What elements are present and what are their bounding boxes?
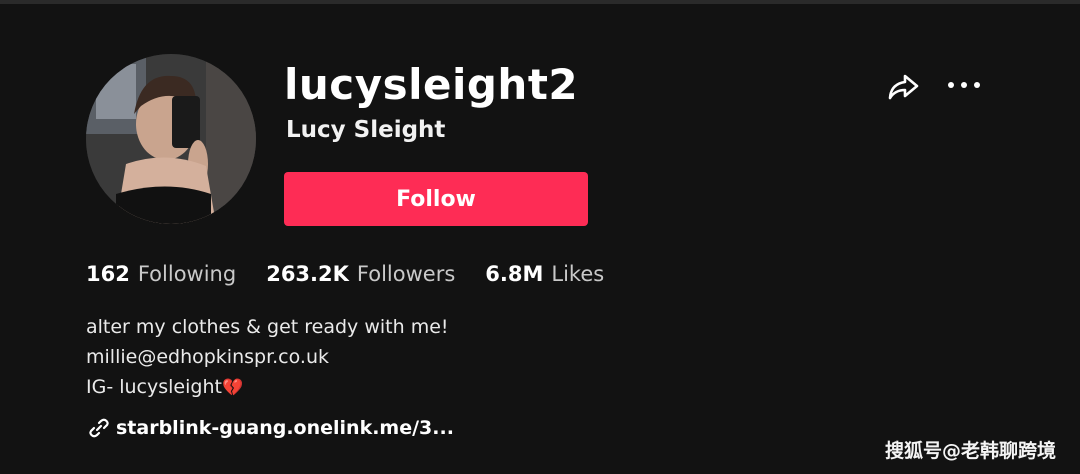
- followers-label: Followers: [356, 262, 456, 286]
- likes-label: Likes: [551, 262, 605, 286]
- share-button[interactable]: [885, 68, 921, 104]
- more-button[interactable]: [944, 72, 984, 98]
- bio-line-1: alter my clothes & get ready with me!: [86, 316, 449, 338]
- broken-heart-icon: 💔: [221, 378, 244, 398]
- bio-link[interactable]: starblink-guang.onelink.me/3...: [88, 417, 454, 439]
- bio-link-text: starblink-guang.onelink.me/3...: [116, 417, 454, 439]
- stat-likes: 6.8M Likes: [485, 262, 604, 286]
- avatar-photo: [86, 54, 256, 224]
- more-icon: [948, 82, 980, 88]
- share-icon: [888, 74, 919, 100]
- stats-row: 162 Following 263.2K Followers 6.8M Like…: [86, 262, 634, 286]
- top-divider: [0, 0, 1080, 4]
- following-count: 162: [86, 262, 130, 286]
- bio: alter my clothes & get ready with me! mi…: [86, 312, 449, 403]
- avatar[interactable]: [86, 54, 256, 224]
- bio-line-3: IG- lucysleight💔: [86, 372, 449, 403]
- stat-followers[interactable]: 263.2K Followers: [266, 262, 455, 286]
- following-label: Following: [137, 262, 237, 286]
- bio-line-2: millie@edhopkinspr.co.uk: [86, 346, 330, 368]
- display-name: Lucy Sleight: [286, 117, 446, 143]
- follow-button[interactable]: Follow: [284, 172, 588, 226]
- watermark: 搜狐号@老韩聊跨境: [884, 440, 1056, 462]
- followers-count: 263.2K: [266, 262, 349, 286]
- stat-following[interactable]: 162 Following: [86, 262, 236, 286]
- likes-count: 6.8M: [485, 262, 544, 286]
- link-icon: [89, 418, 109, 438]
- username: lucysleight2: [284, 60, 579, 109]
- bio-line-3-text: IG- lucysleight: [86, 376, 222, 398]
